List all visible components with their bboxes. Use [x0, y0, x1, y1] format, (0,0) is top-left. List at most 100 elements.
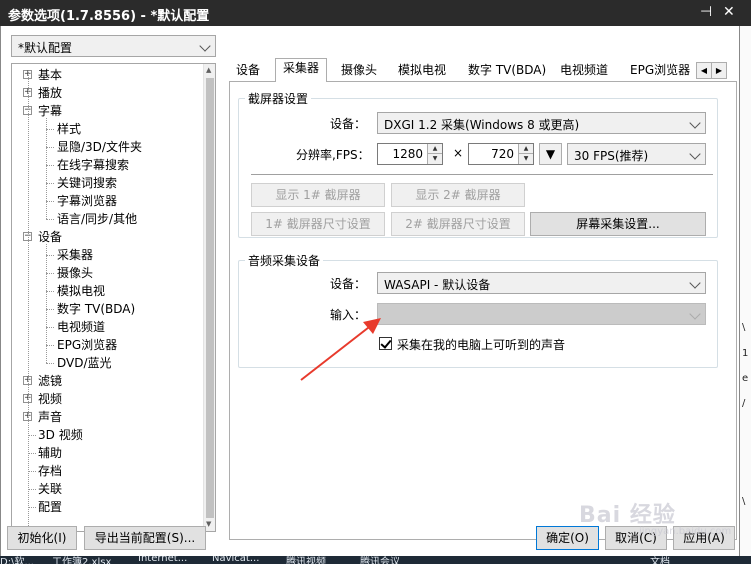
initialize-button[interactable]: 初始化(I)	[7, 526, 77, 550]
width-spin-buttons[interactable]: ▲ ▼	[427, 144, 442, 164]
tree-item[interactable]: 数字 TV(BDA)	[57, 300, 135, 318]
tree-item[interactable]: 3D 视频	[38, 426, 83, 444]
scrollbar-thumb[interactable]	[206, 78, 214, 518]
height-stepper[interactable]: 720 ▲ ▼	[468, 143, 534, 165]
window-title: 参数选项(1.7.8556) - *默认配置	[8, 9, 210, 24]
background-glyph: \	[742, 496, 746, 507]
tree-item[interactable]: 辅助	[38, 444, 62, 462]
tab-3[interactable]: 模拟电视	[391, 61, 453, 82]
height-value: 720	[491, 147, 514, 161]
tree-connector	[46, 273, 54, 274]
scroll-up-icon[interactable]: ▲	[206, 66, 211, 74]
taskbar-item[interactable]: D:\软...	[0, 556, 34, 564]
tree-item[interactable]: 配置	[38, 498, 62, 516]
tab-scroll-left-icon[interactable]: ◀	[696, 62, 712, 79]
audio-input-select[interactable]	[377, 303, 706, 325]
tree-item[interactable]: 模拟电视	[57, 282, 105, 300]
tree-scrollbar[interactable]: ▲ ▼	[203, 64, 215, 531]
tree-item[interactable]: EPG浏览器	[57, 336, 117, 354]
screen-capture-settings-button[interactable]: 屏幕采集设置...	[530, 212, 706, 236]
tree-item[interactable]: 存档	[38, 462, 62, 480]
triangle-down-icon: ▼	[545, 147, 556, 161]
tree-item[interactable]: 字幕	[38, 102, 62, 120]
tree-item[interactable]: 显隐/3D/文件夹	[57, 138, 142, 156]
times-sign: ×	[453, 146, 464, 160]
tab-panel-capture: 截屏器设置 设备： DXGI 1.2 采集(Windows 8 或更高) 分辨率…	[229, 82, 737, 540]
tree-item[interactable]: 摄像头	[57, 264, 93, 282]
tree-item[interactable]: 设备	[38, 228, 62, 246]
close-icon[interactable]: ✕	[723, 3, 735, 21]
tree-item[interactable]: 关键词搜索	[57, 174, 117, 192]
tree-item[interactable]: DVD/蓝光	[57, 354, 112, 372]
tab-1[interactable]: 采集器	[275, 58, 328, 83]
tree-connector	[46, 327, 54, 328]
tab-0[interactable]: 设备	[229, 61, 267, 82]
tree-item[interactable]: 关联	[38, 480, 62, 498]
capture2-size-button[interactable]: 2# 截屏器尺寸设置	[391, 212, 525, 236]
tab-2[interactable]: 摄像头	[334, 61, 384, 82]
tree-connector	[28, 435, 36, 436]
tree-item[interactable]: 电视频道	[57, 318, 105, 336]
tree-item[interactable]: 视频	[38, 390, 62, 408]
tab-6[interactable]: EPG浏览器	[623, 61, 697, 82]
tree-item[interactable]: 滤镜	[38, 372, 62, 390]
width-stepper[interactable]: 1280 ▲ ▼	[377, 143, 443, 165]
taskbar-item[interactable]: 腾讯视频	[286, 556, 326, 564]
resolution-label: 分辨率,FPS：	[296, 148, 370, 162]
title-bar: 参数选项(1.7.8556) - *默认配置 ⊣ ✕	[0, 0, 751, 26]
tree-item[interactable]: 在线字幕搜索	[57, 156, 129, 174]
tree-item[interactable]: 样式	[57, 120, 81, 138]
profile-select[interactable]: *默认配置	[11, 35, 216, 57]
capture1-size-button[interactable]: 1# 截屏器尺寸设置	[251, 212, 385, 236]
capture-device-value: DXGI 1.2 采集(Windows 8 或更高)	[384, 118, 580, 132]
tree-connector	[46, 255, 54, 256]
export-config-button[interactable]: 导出当前配置(S)...	[84, 526, 206, 550]
tree-item[interactable]: 采集器	[57, 246, 93, 264]
background-glyph: \	[742, 322, 746, 333]
screen-capture-group-title: 截屏器设置	[245, 90, 312, 107]
tree-connector	[46, 147, 54, 148]
scroll-down-icon[interactable]: ▼	[206, 520, 211, 528]
tree-connector	[46, 129, 54, 130]
taskbar-item[interactable]: 文档	[650, 556, 670, 564]
taskbar-item[interactable]: Internet...	[138, 556, 187, 564]
audio-capture-group-title: 音频采集设备	[245, 252, 324, 269]
tree-connector	[28, 72, 29, 531]
fps-select[interactable]: 30 FPS(推荐)	[567, 143, 706, 165]
resolution-dropdown-button[interactable]: ▼	[539, 143, 562, 165]
tab-5[interactable]: 电视频道	[553, 61, 615, 82]
tree-connector	[46, 118, 47, 219]
tab-4[interactable]: 数字 TV(BDA)	[461, 61, 553, 82]
tree-connector	[46, 183, 54, 184]
tab-scroll-right-icon[interactable]: ▶	[711, 62, 727, 79]
taskbar-strip: D:\软... 工作簿2.xlsx Internet... Navicat... 腾讯视…	[0, 556, 751, 564]
tree-connector	[46, 201, 54, 202]
capture-audible-sound-label[interactable]: 采集在我的电脑上可听到的声音	[397, 336, 565, 353]
height-spin-buttons[interactable]: ▲ ▼	[518, 144, 533, 164]
taskbar-item[interactable]: 工作簿2.xlsx	[52, 556, 111, 564]
screen-capture-group: 截屏器设置 设备： DXGI 1.2 采集(Windows 8 或更高) 分辨率…	[238, 90, 718, 238]
width-value: 1280	[392, 147, 423, 161]
show-capture1-button[interactable]: 显示 1# 截屏器	[251, 183, 385, 207]
tree-item[interactable]: 声音	[38, 408, 62, 426]
background-glyph: e	[742, 373, 749, 384]
settings-tree[interactable]: ▲ ▼ 基本 + 播放 + 字幕 − 样式 显隐/3D/文件夹 在线字幕搜索 关键词搜索 字幕浏览器…	[11, 63, 216, 532]
chevron-down-icon	[689, 308, 701, 320]
tree-item[interactable]: 播放	[38, 84, 62, 102]
background-glyph: 1	[742, 348, 749, 359]
pin-icon[interactable]: ⊣	[700, 3, 712, 21]
tree-item[interactable]: 语言/同步/其他	[57, 210, 137, 228]
capture-device-select[interactable]: DXGI 1.2 采集(Windows 8 或更高)	[377, 112, 706, 134]
tree-connector	[28, 507, 36, 508]
tree-item[interactable]: 基本	[38, 66, 62, 84]
tree-connector	[46, 219, 54, 220]
audio-device-select[interactable]: WASAPI - 默认设备	[377, 272, 706, 294]
show-capture2-button[interactable]: 显示 2# 截屏器	[391, 183, 525, 207]
taskbar-item[interactable]: 腾讯会议	[360, 556, 400, 564]
tree-item[interactable]: 字幕浏览器	[57, 192, 117, 210]
tree-connector	[46, 244, 47, 363]
chevron-down-icon	[689, 148, 701, 160]
taskbar-item[interactable]: Navicat...	[212, 556, 259, 564]
tab-strip: 设备 采集器 摄像头 模拟电视 数字 TV(BDA) 电视频道 EPG浏览器	[229, 58, 737, 83]
red-arrow-annotation	[300, 318, 381, 381]
